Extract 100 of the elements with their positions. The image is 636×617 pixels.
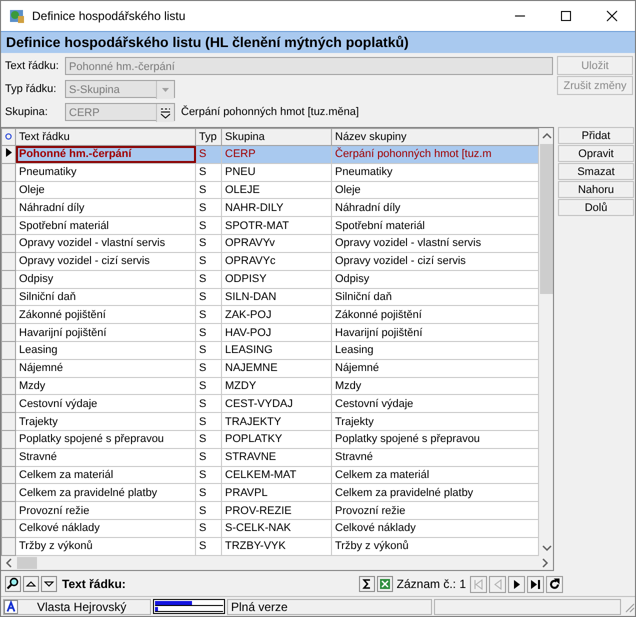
field-label: Skupina: — [5, 106, 49, 118]
table-cell: CEST-VYDAJ — [222, 394, 332, 413]
table-cell: Havarijní pojištění — [16, 324, 196, 342]
table-cell: S — [196, 198, 222, 217]
record-number: Záznam č.: 1 — [396, 577, 466, 591]
row-indicator[interactable] — [2, 146, 16, 164]
column-header[interactable]: Text řádku — [16, 128, 196, 146]
table-cell: S — [196, 484, 222, 502]
table-cell: S — [196, 520, 222, 538]
table-cell: S — [196, 466, 222, 484]
next-record-icon[interactable] — [508, 576, 525, 592]
close-icon[interactable] — [606, 10, 618, 22]
table-cell: Odpisy — [332, 270, 538, 288]
table-cell: S — [196, 252, 222, 270]
column-header[interactable]: Typ — [196, 128, 222, 146]
scroll-thumb[interactable] — [540, 144, 553, 294]
table-cell: Provozní režie — [332, 502, 538, 520]
search-icon[interactable] — [5, 576, 21, 592]
action-button[interactable]: Nahoru — [558, 181, 634, 198]
refresh-icon[interactable] — [546, 576, 563, 592]
table-cell: S — [196, 412, 222, 430]
table-cell: Opravy vozidel - cizí servis — [16, 252, 196, 270]
table-cell: Cestovní výdaje — [16, 394, 196, 413]
indicator-icon — [5, 133, 12, 140]
table-cell: Mzdy — [332, 377, 538, 395]
table-cell: Celkem za pravidelné platby — [16, 484, 196, 502]
field-label: Typ řádku: — [5, 83, 58, 95]
table-cell: S — [196, 448, 222, 466]
table-cell: Opravy vozidel - vlastní servis — [16, 234, 196, 252]
window-title: Definice hospodářského listu — [32, 9, 186, 23]
maximize-icon[interactable] — [560, 10, 572, 22]
sum-icon[interactable] — [358, 576, 375, 592]
scroll-thumb[interactable] — [17, 557, 37, 569]
table-cell: STRAVNE — [222, 448, 332, 466]
table-cell: Celkem za materiál — [16, 466, 196, 484]
table-cell: Celkem za materiál — [332, 466, 538, 484]
table-cell: PNEU — [222, 163, 332, 182]
table-cell: S — [196, 359, 222, 378]
table-cell: S — [196, 341, 222, 360]
table-cell: Stravné — [16, 448, 196, 466]
current-row-icon — [6, 148, 12, 158]
table-cell: Cestovní výdaje — [332, 394, 538, 413]
table-cell: TRAJEKTY — [222, 412, 332, 430]
spreadsheet-icon[interactable] — [376, 576, 393, 592]
dropdown-icon[interactable] — [156, 81, 174, 99]
font-icon — [4, 600, 18, 614]
table-cell: S — [196, 324, 222, 342]
user-name: Vlasta Hejrovský — [37, 600, 126, 614]
table-cell: Trajekty — [16, 412, 196, 430]
table-cell: Odpisy — [16, 270, 196, 288]
last-record-icon[interactable] — [527, 576, 544, 592]
table-cell: Silniční daň — [332, 288, 538, 306]
table-cell: Spotřební materiál — [332, 216, 538, 235]
table-cell: Oleje — [332, 181, 538, 199]
table-cell: SILN-DAN — [222, 288, 332, 306]
version-label: Plná verze — [231, 600, 288, 614]
list-picker-icon[interactable] — [156, 104, 174, 122]
table-cell: Spotřební materiál — [16, 216, 196, 235]
resize-grip-icon[interactable] — [623, 600, 635, 612]
table-cell: S — [196, 306, 222, 324]
table-cell: Celkem za pravidelné platby — [332, 484, 538, 502]
table-cell: S — [196, 270, 222, 288]
action-button[interactable]: Přidat — [558, 127, 634, 144]
table-cell: Náhradní díly — [16, 198, 196, 217]
table-cell: SPOTR-MAT — [222, 216, 332, 235]
table-cell: Poplatky spojené s přepravou — [332, 430, 538, 448]
table-cell: Opravy vozidel - cizí servis — [332, 252, 538, 270]
table-cell: NAHR-DILY — [222, 198, 332, 217]
table-cell: Havarijní pojištění — [332, 324, 538, 342]
table-cell: Leasing — [332, 341, 538, 360]
column-header[interactable]: Název skupiny — [332, 128, 538, 146]
table-cell: Pohonné hm.-čerpání — [16, 146, 196, 164]
usage-meter — [153, 599, 225, 614]
table-cell: Stravné — [332, 448, 538, 466]
action-button[interactable]: Dolů — [558, 199, 634, 216]
table-cell: S — [196, 288, 222, 306]
table-cell: Mzdy — [16, 377, 196, 395]
table-cell: Pneumatiky — [16, 163, 196, 182]
action-button[interactable]: Smazat — [558, 163, 634, 180]
table-cell: S — [196, 430, 222, 448]
table-cell: NAJEMNE — [222, 359, 332, 378]
field-label: Text řádku: — [62, 577, 126, 591]
table-cell: Zákonné pojištění — [332, 306, 538, 324]
table-cell: Celkové náklady — [16, 520, 196, 538]
column-header[interactable]: Skupina — [222, 128, 332, 146]
table-cell: Čerpání pohonných hmot [tuz.m — [332, 146, 538, 164]
table-cell: Oleje — [16, 181, 196, 199]
table-cell: OPRAVYv — [222, 234, 332, 252]
table-cell: HAV-POJ — [222, 324, 332, 342]
group-name: Čerpání pohonných hmot [tuz.měna] — [181, 106, 359, 118]
table-cell: Silniční daň — [16, 288, 196, 306]
table-cell: S — [196, 394, 222, 413]
table-cell: S — [196, 502, 222, 520]
field-label: Text řádku: — [5, 60, 60, 72]
table-cell: MZDY — [222, 377, 332, 395]
table-cell: PROV-REZIE — [222, 502, 332, 520]
table-cell: CERP — [222, 146, 332, 164]
table-cell: S — [196, 163, 222, 182]
action-button[interactable]: Opravit — [558, 145, 634, 162]
table-cell: Pneumatiky — [332, 163, 538, 182]
